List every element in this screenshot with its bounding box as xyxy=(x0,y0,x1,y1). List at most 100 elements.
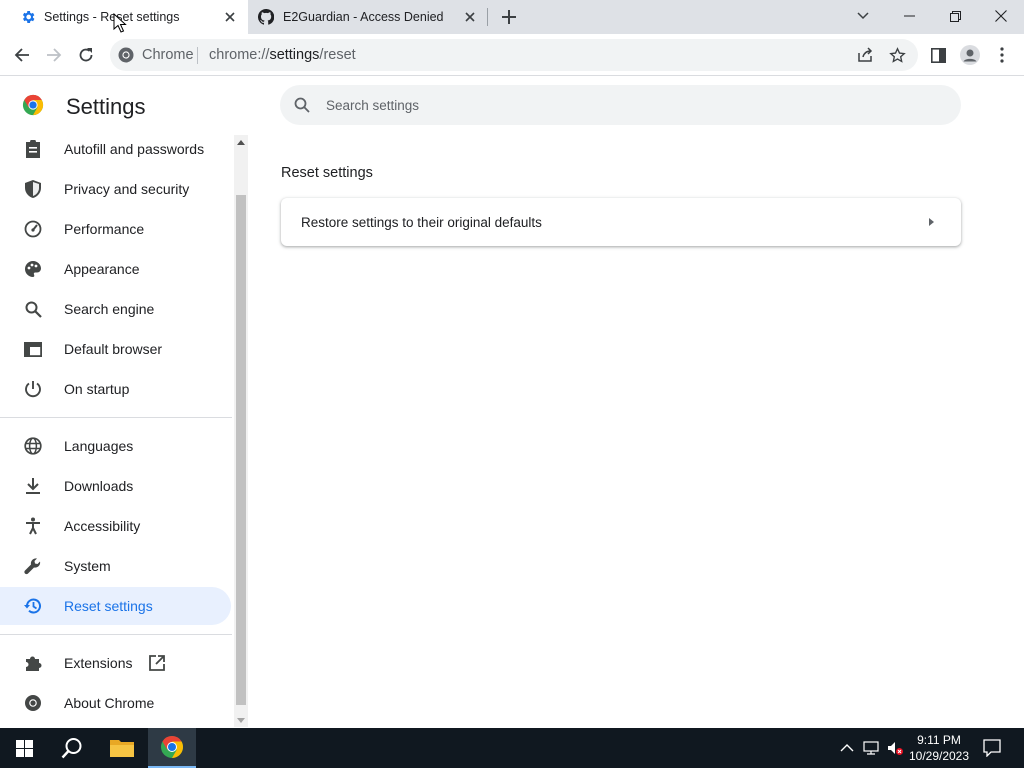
sidebar-item-about-chrome[interactable]: About Chrome xyxy=(0,684,231,722)
back-button[interactable] xyxy=(9,42,35,68)
sidebar-item-label: Accessibility xyxy=(64,518,141,534)
scroll-up-arrow[interactable] xyxy=(234,135,248,149)
menu-button[interactable] xyxy=(989,42,1015,68)
notification-icon[interactable] xyxy=(983,739,1001,757)
sidebar-item-label: Appearance xyxy=(64,261,140,277)
arrow-left-icon xyxy=(14,48,29,62)
divider xyxy=(0,417,232,418)
site-chip: Chrome xyxy=(142,47,194,63)
start-button[interactable] xyxy=(0,728,48,768)
sidebar-item-languages[interactable]: Languages xyxy=(0,427,231,465)
network-icon[interactable] xyxy=(863,740,879,756)
url-path: /reset xyxy=(319,47,356,63)
speedometer-icon xyxy=(24,220,42,238)
sidebar-item-label: On startup xyxy=(64,381,130,397)
sidebar-item-label: Autofill and passwords xyxy=(64,141,205,157)
page-title: Settings xyxy=(66,94,146,119)
sidebar-item-label: Performance xyxy=(64,221,145,237)
chevron-up-icon[interactable] xyxy=(839,740,855,756)
section-title: Reset settings xyxy=(281,165,373,181)
sidebar-item-performance[interactable]: Performance xyxy=(0,210,231,248)
sidebar-item-reset-settings[interactable]: Reset settings xyxy=(0,587,231,625)
download-icon xyxy=(24,477,42,495)
restore-defaults-row[interactable]: Restore settings to their original defau… xyxy=(281,198,961,246)
sidebar-item-privacy[interactable]: Privacy and security xyxy=(0,170,231,208)
sidebar-item-autofill[interactable]: Autofill and passwords xyxy=(0,132,231,168)
sidebar-item-default-browser[interactable]: Default browser xyxy=(0,330,231,368)
search-input[interactable] xyxy=(326,95,926,115)
wrench-icon xyxy=(24,557,42,575)
tab-separator xyxy=(487,8,488,26)
restore-defaults-label: Restore settings to their original defau… xyxy=(301,215,542,230)
minimize-button[interactable] xyxy=(886,0,932,32)
settings-sidebar: Autofill and passwords Privacy and secur… xyxy=(0,132,248,728)
search-icon xyxy=(294,97,310,113)
tab-e2guardian[interactable]: E2Guardian - Access Denied xyxy=(248,0,488,34)
divider xyxy=(197,47,198,64)
star-icon xyxy=(888,46,906,63)
tab-strip: Settings - Reset settings E2Guardian - A… xyxy=(0,0,1024,34)
minimize-icon xyxy=(903,15,915,17)
sidebar-item-label: Languages xyxy=(64,438,134,454)
avatar-icon xyxy=(960,45,980,65)
sidebar-scrollbar[interactable] xyxy=(234,135,248,727)
github-icon xyxy=(258,9,274,25)
chevron-down-icon xyxy=(857,12,869,20)
bookmark-button[interactable] xyxy=(888,46,906,64)
restore-button[interactable] xyxy=(932,0,978,32)
new-tab-button[interactable] xyxy=(498,6,520,28)
chrome-icon xyxy=(24,694,42,712)
history-icon xyxy=(24,597,42,615)
sidebar-item-on-startup[interactable]: On startup xyxy=(0,370,231,408)
clipboard-icon xyxy=(24,140,42,158)
file-explorer-button[interactable] xyxy=(98,728,146,768)
search-settings-box[interactable] xyxy=(280,85,961,125)
side-panel-button[interactable] xyxy=(925,42,951,68)
sidebar-item-extensions[interactable]: Extensions xyxy=(0,644,231,682)
sidebar-item-label: Search engine xyxy=(64,301,155,317)
chrome-taskbar-button[interactable] xyxy=(148,728,196,768)
scroll-down-arrow[interactable] xyxy=(234,713,248,727)
chrome-icon xyxy=(118,47,134,63)
clock-time: 9:11 PM xyxy=(917,733,961,747)
sidebar-item-label: Privacy and security xyxy=(64,181,190,197)
sidebar-item-label: Reset settings xyxy=(64,598,153,614)
windows-taskbar: 9:11 PM 10/29/2023 xyxy=(0,728,1024,768)
accessibility-icon xyxy=(24,517,42,535)
sidebar-item-label: System xyxy=(64,558,111,574)
reload-button[interactable] xyxy=(73,42,99,68)
sidebar-item-system[interactable]: System xyxy=(0,547,231,585)
system-clock[interactable]: 9:11 PM 10/29/2023 xyxy=(906,732,972,764)
windows-logo-icon xyxy=(15,739,33,757)
tab-title: E2Guardian - Access Denied xyxy=(283,10,444,24)
address-bar[interactable]: Chrome chrome://settings/reset xyxy=(110,39,918,71)
close-icon[interactable] xyxy=(222,9,238,25)
sidebar-item-search-engine[interactable]: Search engine xyxy=(0,290,231,328)
tab-search-button[interactable] xyxy=(840,0,886,32)
sidebar-item-label: Extensions xyxy=(64,655,133,671)
settings-page: Settings Autofill and passwords Privacy … xyxy=(0,77,1024,728)
restore-icon xyxy=(949,10,961,22)
sidebar-item-accessibility[interactable]: Accessibility xyxy=(0,507,231,545)
plus-icon xyxy=(502,10,516,24)
clock-date: 10/29/2023 xyxy=(908,749,970,763)
arrow-right-icon xyxy=(929,218,934,226)
volume-muted-icon[interactable] xyxy=(887,740,903,756)
arrow-right-icon xyxy=(47,48,62,62)
search-icon xyxy=(24,300,42,318)
share-icon xyxy=(858,47,873,62)
more-vert-icon xyxy=(1000,47,1004,63)
profile-button[interactable] xyxy=(957,42,983,68)
forward-button[interactable] xyxy=(41,42,67,68)
mouse-cursor-icon xyxy=(113,13,127,33)
sidebar-item-appearance[interactable]: Appearance xyxy=(0,250,231,288)
sidebar-item-downloads[interactable]: Downloads xyxy=(0,467,231,505)
url-host: settings xyxy=(269,47,320,63)
scrollbar-thumb[interactable] xyxy=(236,195,246,705)
close-window-button[interactable] xyxy=(978,0,1024,32)
close-icon[interactable] xyxy=(462,9,478,25)
share-button[interactable] xyxy=(856,46,874,64)
power-icon xyxy=(24,380,42,398)
search-button[interactable] xyxy=(48,728,96,768)
browser-window-icon xyxy=(24,340,42,358)
